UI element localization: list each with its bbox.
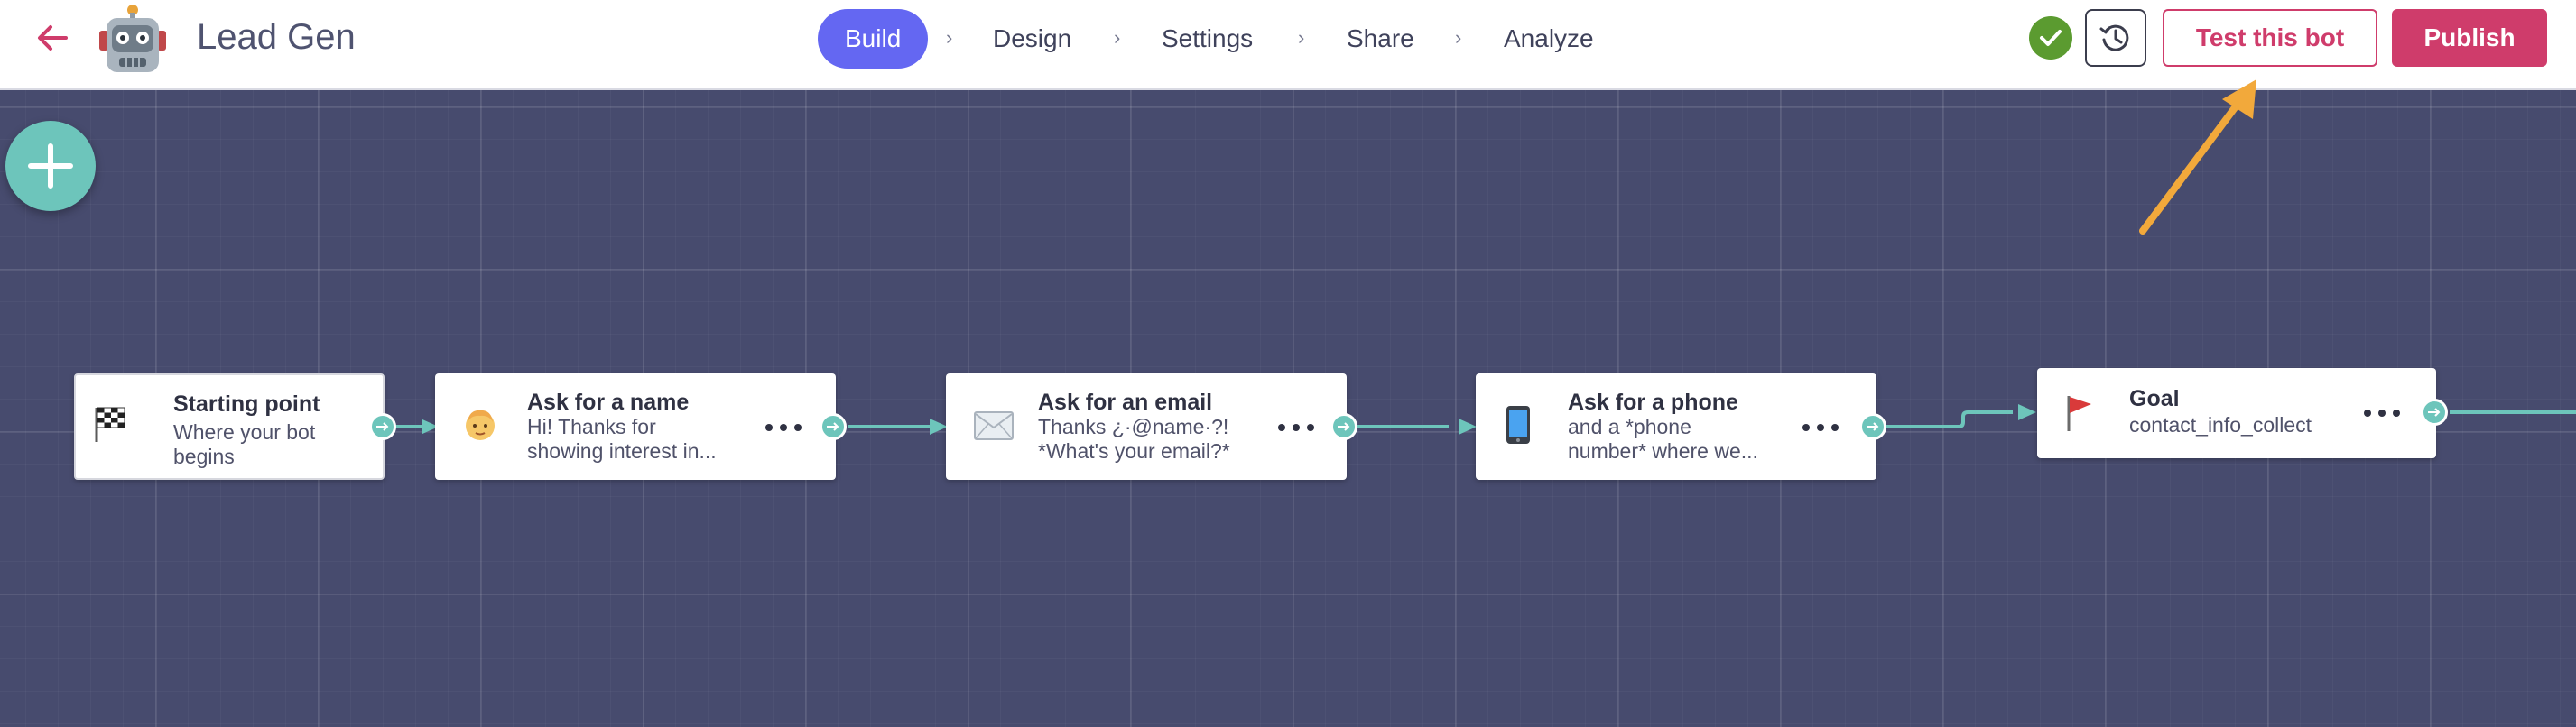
saved-check-icon xyxy=(2029,16,2072,60)
node-description: Hi! Thanks for showing interest in... xyxy=(527,415,717,463)
output-port-icon[interactable] xyxy=(820,413,847,440)
node-title: Goal xyxy=(2129,386,2180,411)
flow-node-ask-name[interactable]: Ask for a name Hi! Thanks for showing in… xyxy=(435,373,836,480)
tab-settings[interactable]: Settings xyxy=(1162,9,1253,69)
output-port-icon[interactable] xyxy=(1859,413,1886,440)
plus-icon xyxy=(28,143,73,189)
node-description: and a *phone number* where we... xyxy=(1568,415,1758,463)
flow-node-ask-email[interactable]: Ask for an email Thanks ¿·@name·?! *What… xyxy=(946,373,1347,480)
flow-node-ask-phone[interactable]: Ask for a phone and a *phone number* whe… xyxy=(1476,373,1876,480)
tab-share[interactable]: Share xyxy=(1347,9,1414,69)
node-description: Where your bot begins xyxy=(173,420,316,468)
add-node-button[interactable] xyxy=(5,121,96,211)
chevron-right-icon: › xyxy=(946,26,953,49)
person-face-icon xyxy=(462,406,498,454)
flow-node-starting-point[interactable]: Starting point Where your bot begins xyxy=(74,373,385,480)
node-description: contact_info_collect xyxy=(2129,413,2312,437)
node-title: Ask for an email xyxy=(1038,390,1213,415)
node-title: Ask for a name xyxy=(527,390,690,415)
publish-button[interactable]: Publish xyxy=(2392,9,2547,67)
history-icon xyxy=(2099,24,2129,51)
output-port-icon[interactable] xyxy=(1330,413,1357,440)
page-title: Lead Gen xyxy=(197,17,356,57)
more-options-icon[interactable] xyxy=(765,419,802,437)
more-options-icon[interactable] xyxy=(1278,419,1314,437)
tab-analyze[interactable]: Analyze xyxy=(1504,9,1594,69)
chevron-right-icon: › xyxy=(1114,26,1121,49)
history-button[interactable] xyxy=(2085,9,2146,67)
flow-node-goal[interactable]: Goal contact_info_collect xyxy=(2037,368,2436,458)
node-title: Ask for a phone xyxy=(1568,390,1738,415)
tab-build[interactable]: Build xyxy=(818,9,929,69)
back-arrow-icon[interactable] xyxy=(34,20,70,56)
output-port-icon[interactable] xyxy=(2421,399,2448,426)
tab-design[interactable]: Design xyxy=(993,9,1071,69)
mobile-phone-icon xyxy=(1505,404,1532,454)
node-title: Starting point xyxy=(173,391,320,417)
chevron-right-icon: › xyxy=(1298,26,1305,49)
output-port-icon[interactable] xyxy=(369,413,396,440)
checkered-flag-icon xyxy=(92,404,128,452)
top-bar: Lead Gen Build › Design › Settings › Sha… xyxy=(0,0,2576,90)
red-flag-icon xyxy=(2064,393,2095,441)
envelope-icon xyxy=(973,410,1015,449)
more-options-icon[interactable] xyxy=(1802,419,1839,437)
node-description: Thanks ¿·@name·?! *What's your email?* xyxy=(1038,415,1230,463)
chevron-right-icon: › xyxy=(1455,26,1462,49)
test-bot-button[interactable]: Test this bot xyxy=(2163,9,2377,67)
robot-logo-icon xyxy=(96,4,170,78)
more-options-icon[interactable] xyxy=(2364,404,2400,422)
